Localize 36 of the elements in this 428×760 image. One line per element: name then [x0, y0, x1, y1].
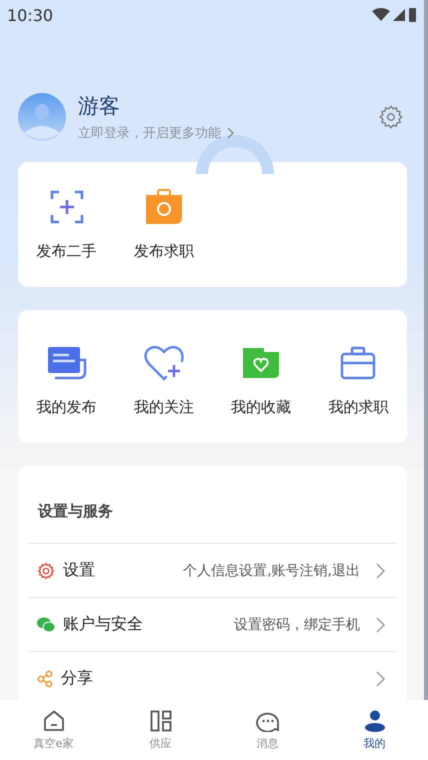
avatar[interactable]: [18, 93, 66, 141]
row-detail: 个人信息设置,账号注销,退出: [183, 562, 360, 580]
chevron-icon: [376, 670, 385, 686]
menu-row[interactable]: 账户与安全 设置密码，绑定手机: [28, 597, 397, 651]
home-icon: [42, 710, 64, 732]
chevron-icon: [227, 127, 235, 139]
camera-bag-icon: [144, 188, 183, 226]
status-icons: [372, 7, 416, 23]
chevron-icon: [376, 616, 385, 632]
grid-item[interactable]: 发布求职: [115, 188, 212, 261]
chevron-icon: [376, 562, 385, 578]
grid-item[interactable]: 我的收藏: [212, 336, 310, 417]
grid-item[interactable]: 我的关注: [115, 336, 212, 417]
person-icon: [364, 710, 386, 732]
tab[interactable]: 消息: [214, 700, 321, 760]
grid-item[interactable]: 我的发布: [18, 336, 116, 417]
scan-plus-icon: [48, 188, 85, 226]
status-time: 10:30: [7, 6, 54, 24]
grid-item[interactable]: 我的求职: [310, 336, 407, 417]
layout-icon: [150, 710, 172, 732]
menu-row[interactable]: 设置 个人信息设置,账号注销,退出: [28, 543, 397, 597]
tab[interactable]: 供应: [107, 700, 214, 760]
briefcase-icon: [340, 344, 376, 382]
heart-plus-icon: [144, 344, 184, 382]
row-detail: 设置密码，绑定手机: [234, 616, 360, 634]
share-icon: [37, 670, 53, 688]
grid-item[interactable]: 发布二手: [18, 188, 116, 261]
chat-icon: [256, 710, 280, 732]
settings-icon[interactable]: [378, 104, 404, 130]
tab[interactable]: 我的: [321, 700, 428, 760]
tab[interactable]: 真空e家: [0, 700, 107, 760]
gear-icon: [37, 562, 55, 580]
section-title: 设置与服务: [36, 502, 114, 522]
chat-bubbles-icon: [37, 616, 55, 632]
user-name: 游客: [78, 93, 120, 120]
document-stack-icon: [46, 344, 87, 382]
